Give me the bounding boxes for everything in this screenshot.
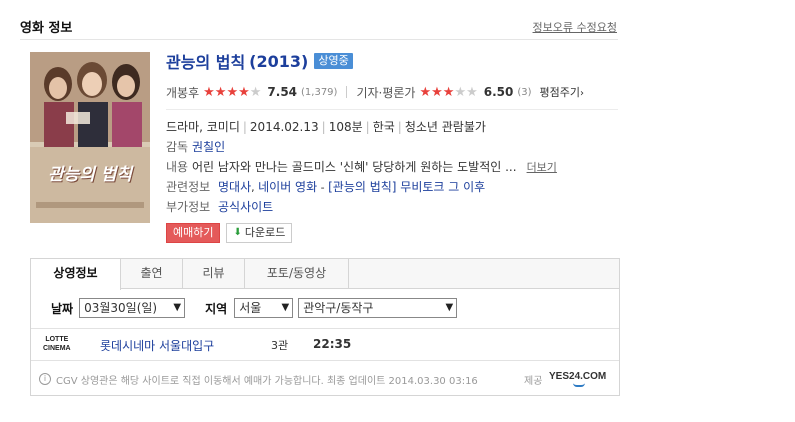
rate-movie-link[interactable]: 평점주기›	[540, 84, 584, 100]
related-link-movietalk[interactable]: [관능의 법칙] 무비토크 그 이후	[328, 180, 485, 194]
showtime-link[interactable]: 22:35	[313, 337, 351, 351]
tab-reviews[interactable]: 리뷰	[183, 259, 245, 289]
related-key: 관련정보	[166, 180, 211, 194]
extra-key: 부가정보	[166, 200, 211, 214]
reserve-button[interactable]: 예매하기	[166, 223, 221, 243]
star-icon: ★	[442, 84, 455, 100]
date-select[interactable]: 03월30일(일) ▼	[79, 298, 186, 318]
plot-key: 내용	[166, 160, 189, 174]
info-divider	[166, 109, 618, 110]
rate-link-label: 평점주기	[539, 86, 581, 99]
audience-rating-label: 개봉후	[166, 85, 200, 100]
region-value: 서울	[239, 301, 262, 315]
notice-text: CGV 상영관은 해당 사이트로 직접 이동해서 예매가 가능합니다. 최종 업…	[56, 376, 478, 387]
theater-name-link[interactable]: 롯데시네마 서울대입구	[100, 337, 214, 354]
star-icon: ★	[249, 84, 262, 100]
pipe-divider: |	[365, 120, 370, 134]
basic-info-line: 드라마, 코미디 | 2014.02.13 | 108분 | 한국 | 청소년 관람불가	[166, 117, 618, 137]
date-label: 날짜	[51, 301, 74, 316]
tab-photos-videos[interactable]: 포토/동영상	[245, 259, 349, 289]
director-link[interactable]: 권칠인	[192, 140, 225, 154]
pipe-divider: |	[321, 120, 326, 134]
download-button[interactable]: ⬇ 다운로드	[226, 223, 293, 243]
plot-line: 내용 어린 남자와 만나는 골드미스 '신혜' 당당하게 원하는 도발적인 ...…	[166, 157, 618, 177]
star-icon: ★	[238, 84, 250, 100]
tab-bar: 상영정보 출연 리뷰 포토/동영상	[31, 259, 619, 290]
date-value: 03월30일(일)	[84, 301, 158, 315]
related-link-quotes[interactable]: 명대사	[218, 180, 251, 194]
critic-score: 6.50	[483, 85, 514, 99]
chevron-down-icon: ▼	[173, 302, 182, 313]
country: 한국	[372, 120, 395, 134]
related-line: 관련정보 명대사, 네이버 영화 - [관능의 법칙] 무비토크 그 이후	[166, 177, 618, 197]
chevron-right-icon: ›	[580, 88, 585, 99]
release-date: 2014.02.13	[249, 120, 319, 134]
district-select[interactable]: 관악구/동작구 ▼	[298, 298, 458, 318]
notice-row: i CGV 상영관은 해당 사이트로 직접 이동해서 예매가 가능합니다. 최종…	[31, 360, 619, 395]
movie-title-link[interactable]: 관능의 법칙	[166, 49, 245, 73]
ratings-row: 개봉후 ★ ★ ★ ★ ★ 7.54 (1,379) 기자·평론가 ★ ★ ★ ★ ★ 6.50…	[166, 81, 618, 103]
logo-line-2: CINEMA	[43, 345, 71, 352]
official-site-link[interactable]: 공식사이트	[218, 200, 273, 214]
star-icon: ★	[214, 84, 227, 100]
extra-line: 부가정보 공식사이트	[166, 197, 618, 217]
download-label: 다운로드	[244, 226, 286, 239]
yes24-logo[interactable]: YES24.COM	[549, 371, 607, 387]
poster-image	[30, 52, 150, 223]
movie-year: (2013)	[249, 51, 309, 71]
hall-number: 3관	[271, 339, 289, 352]
movie-poster[interactable]: 관능의 법칙	[30, 52, 150, 223]
poster-title-text: 관능의 법칙	[47, 165, 133, 185]
plot-more-link[interactable]: 더보기	[527, 161, 557, 174]
provider-label: 제공	[524, 376, 543, 387]
yes24-swoosh	[573, 383, 585, 387]
age-rating: 청소년 관람불가	[404, 120, 486, 134]
critic-rating-label: 기자·평론가	[356, 85, 416, 100]
report-error-link[interactable]: 정보오류 수정요청	[533, 19, 617, 35]
genre: 드라마, 코미디	[166, 120, 240, 134]
audience-score: 7.54	[267, 85, 298, 99]
logo-line-1: LOTTE	[45, 336, 69, 343]
filter-row: 날짜 03월30일(일) ▼ 지역 서울 ▼ 관악구/동작구 ▼	[31, 289, 619, 327]
chevron-down-icon: ▼	[445, 302, 454, 313]
district-value: 관악구/동작구	[303, 301, 374, 315]
showtime-panel: 상영정보 출연 리뷰 포토/동영상 날짜 03월30일(일) ▼ 지역 서울 ▼…	[30, 258, 620, 396]
tab-showtimes[interactable]: 상영정보	[31, 259, 121, 290]
director-line: 감독 권칠인	[166, 137, 618, 157]
critic-count: (3)	[517, 86, 532, 98]
related-link-naver[interactable]: 네이버 영화	[258, 180, 317, 194]
director-key: 감독	[166, 140, 189, 154]
star-icon: ★	[454, 84, 467, 100]
status-badge: 상영중	[314, 53, 353, 69]
star-icon: ★	[226, 84, 239, 100]
tab-cast[interactable]: 출연	[121, 259, 183, 289]
star-icon: ★	[419, 84, 432, 100]
title-divider	[20, 39, 618, 40]
showtime-row: LOTTE CINEMA 롯데시네마 서울대입구 3관 22:35	[31, 328, 619, 360]
dash-separator: -	[317, 181, 329, 194]
info-icon: i	[39, 373, 51, 385]
runtime: 108분	[328, 120, 363, 134]
plot-text: 어린 남자와 만나는 골드미스 '신혜' 당당하게 원하는 도발적인 ...	[192, 160, 517, 174]
download-icon: ⬇	[233, 227, 242, 238]
star-icon: ★	[431, 84, 443, 100]
yes24-logo-text: YES24.COM	[549, 371, 607, 382]
star-icon: ★	[203, 84, 215, 100]
pipe-divider: |	[397, 120, 402, 134]
audience-stars: ★ ★ ★ ★ ★	[203, 86, 261, 99]
pipe-divider: |	[242, 120, 247, 134]
star-icon: ★	[466, 84, 478, 100]
critic-stars: ★ ★ ★ ★ ★	[419, 86, 477, 99]
lotte-cinema-logo: LOTTE CINEMA	[43, 335, 71, 353]
region-label: 지역	[205, 301, 228, 316]
audience-count: (1,379)	[301, 86, 338, 98]
rating-separator	[346, 86, 348, 98]
region-select[interactable]: 서울 ▼	[234, 298, 294, 318]
chevron-down-icon: ▼	[281, 302, 290, 313]
section-title: 영화 정보	[20, 21, 73, 36]
